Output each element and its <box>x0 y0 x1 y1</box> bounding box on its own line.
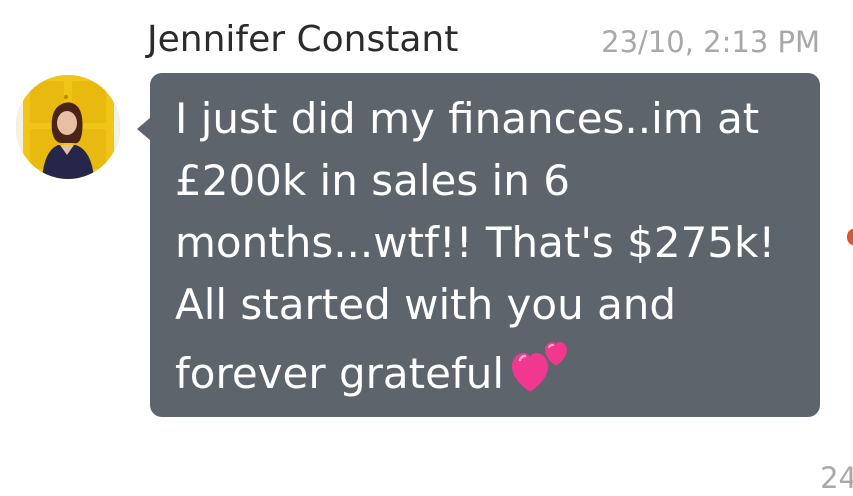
message-text-line: forever grateful <box>175 349 505 398</box>
message-last-line: forever grateful <box>175 336 802 411</box>
message-text-line: All started with you and <box>175 280 677 329</box>
bubble-tail <box>137 117 151 141</box>
message-text-line: £200k in sales in 6 <box>175 156 570 205</box>
two-hearts-icon <box>512 336 570 411</box>
avatar[interactable] <box>16 75 120 179</box>
message-text-line: months...wtf!! That's $275k! <box>175 218 776 267</box>
sender-name: Jennifer Constant <box>147 19 459 60</box>
partial-avatar-edge <box>847 229 853 245</box>
avatar-photo <box>16 75 120 179</box>
message-timestamp: 23/10, 2:13 PM <box>601 25 820 59</box>
next-message-timestamp: 24 <box>820 461 853 495</box>
message-text-line: I just did my finances..im at <box>175 94 760 143</box>
message-bubble[interactable]: I just did my finances..im at £200k in s… <box>150 73 820 417</box>
